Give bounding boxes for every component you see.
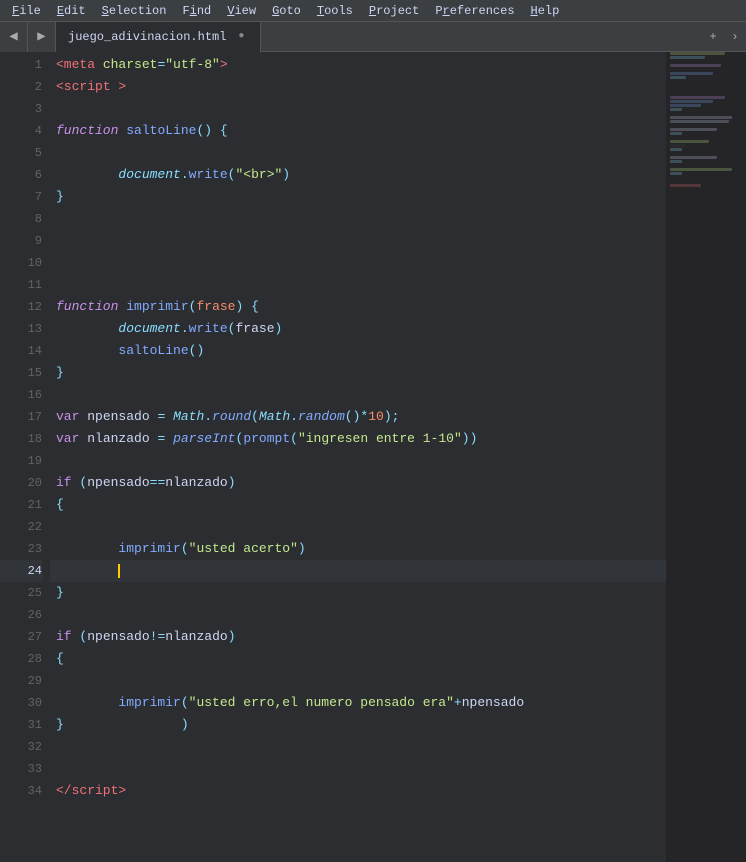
code-line-27: if (npensado!=nlanzado) <box>50 626 666 648</box>
tab-close-button[interactable]: ● <box>234 30 248 44</box>
line-num-2: 2 <box>0 76 42 98</box>
line-num-34: 34 <box>0 780 42 802</box>
line-numbers: 1 2 3 4 5 6 7 8 9 10 11 12 13 14 15 16 1… <box>0 52 50 862</box>
code-line-24 <box>50 560 666 582</box>
line-num-9: 9 <box>0 230 42 252</box>
code-line-23: imprimir("usted acerto") <box>50 538 666 560</box>
code-line-16 <box>50 384 666 406</box>
code-line-6: document.write("<br>") <box>50 164 666 186</box>
code-line-21: { <box>50 494 666 516</box>
menu-preferences[interactable]: Preferences <box>427 2 522 20</box>
line-num-4: 4 <box>0 120 42 142</box>
line-num-1: 1 <box>0 54 42 76</box>
tab-file[interactable]: juego_adivinacion.html ● <box>56 22 261 52</box>
line-num-16: 16 <box>0 384 42 406</box>
line-num-22: 22 <box>0 516 42 538</box>
line-num-31: 31 <box>0 714 42 736</box>
tab-actions: + › <box>702 22 746 52</box>
line-num-23: 23 <box>0 538 42 560</box>
code-line-9 <box>50 230 666 252</box>
code-line-34: </script> <box>50 780 666 802</box>
line-num-30: 30 <box>0 692 42 714</box>
code-line-32 <box>50 736 666 758</box>
code-line-29 <box>50 670 666 692</box>
minimap <box>666 52 746 862</box>
line-num-18: 18 <box>0 428 42 450</box>
code-line-26 <box>50 604 666 626</box>
code-line-15: } <box>50 362 666 384</box>
line-num-29: 29 <box>0 670 42 692</box>
tab-nav-left[interactable]: ◀ <box>0 22 28 52</box>
code-line-25: } <box>50 582 666 604</box>
line-num-26: 26 <box>0 604 42 626</box>
menu-file[interactable]: File <box>4 2 49 20</box>
line-num-12: 12 <box>0 296 42 318</box>
line-num-6: 6 <box>0 164 42 186</box>
menu-help[interactable]: Help <box>523 2 568 20</box>
line-num-7: 7 <box>0 186 42 208</box>
code-line-1: <meta charset="utf-8"> <box>50 54 666 76</box>
code-line-17: var npensado = Math.round(Math.random()*… <box>50 406 666 428</box>
menu-find[interactable]: Find <box>174 2 219 20</box>
line-num-15: 15 <box>0 362 42 384</box>
code-line-33 <box>50 758 666 780</box>
line-num-25: 25 <box>0 582 42 604</box>
line-num-33: 33 <box>0 758 42 780</box>
menu-bar: File Edit Selection Find View Goto Tools… <box>0 0 746 22</box>
editor-area: 1 2 3 4 5 6 7 8 9 10 11 12 13 14 15 16 1… <box>0 52 746 862</box>
menu-goto[interactable]: Goto <box>264 2 309 20</box>
code-line-3 <box>50 98 666 120</box>
line-num-28: 28 <box>0 648 42 670</box>
code-line-8 <box>50 208 666 230</box>
line-num-20: 20 <box>0 472 42 494</box>
menu-view[interactable]: View <box>219 2 264 20</box>
menu-selection[interactable]: Selection <box>94 2 175 20</box>
code-line-22 <box>50 516 666 538</box>
tab-nav-right[interactable]: ▶ <box>28 22 56 52</box>
code-line-2: <script > <box>50 76 666 98</box>
code-line-13: document.write(frase) <box>50 318 666 340</box>
menu-edit[interactable]: Edit <box>49 2 94 20</box>
line-num-3: 3 <box>0 98 42 120</box>
code-line-10 <box>50 252 666 274</box>
line-num-5: 5 <box>0 142 42 164</box>
code-line-20: if (npensado==nlanzado) <box>50 472 666 494</box>
code-line-19 <box>50 450 666 472</box>
line-num-10: 10 <box>0 252 42 274</box>
line-num-14: 14 <box>0 340 42 362</box>
code-line-4: function saltoLine() { <box>50 120 666 142</box>
line-num-8: 8 <box>0 208 42 230</box>
code-line-14: saltoLine() <box>50 340 666 362</box>
menu-project[interactable]: Project <box>361 2 427 20</box>
tab-add-button[interactable]: + <box>702 22 724 52</box>
tab-bar: ◀ ▶ juego_adivinacion.html ● + › <box>0 22 746 52</box>
code-line-30: imprimir("usted erro,el numero pensado e… <box>50 692 666 714</box>
line-num-32: 32 <box>0 736 42 758</box>
code-line-12: function imprimir(frase) { <box>50 296 666 318</box>
code-editor[interactable]: <meta charset="utf-8"> <script > functio… <box>50 52 666 862</box>
line-num-27: 27 <box>0 626 42 648</box>
minimap-content <box>668 52 746 188</box>
text-cursor <box>118 564 120 578</box>
code-line-7: } <box>50 186 666 208</box>
line-num-19: 19 <box>0 450 42 472</box>
code-line-5 <box>50 142 666 164</box>
line-num-21: 21 <box>0 494 42 516</box>
tab-filename: juego_adivinacion.html <box>68 30 226 44</box>
line-num-11: 11 <box>0 274 42 296</box>
code-line-28: { <box>50 648 666 670</box>
code-line-18: var nlanzado = parseInt(prompt("ingresen… <box>50 428 666 450</box>
menu-tools[interactable]: Tools <box>309 2 361 20</box>
code-line-11 <box>50 274 666 296</box>
line-num-17: 17 <box>0 406 42 428</box>
tab-menu-button[interactable]: › <box>724 22 746 52</box>
line-num-13: 13 <box>0 318 42 340</box>
line-num-24: 24 <box>0 560 42 582</box>
